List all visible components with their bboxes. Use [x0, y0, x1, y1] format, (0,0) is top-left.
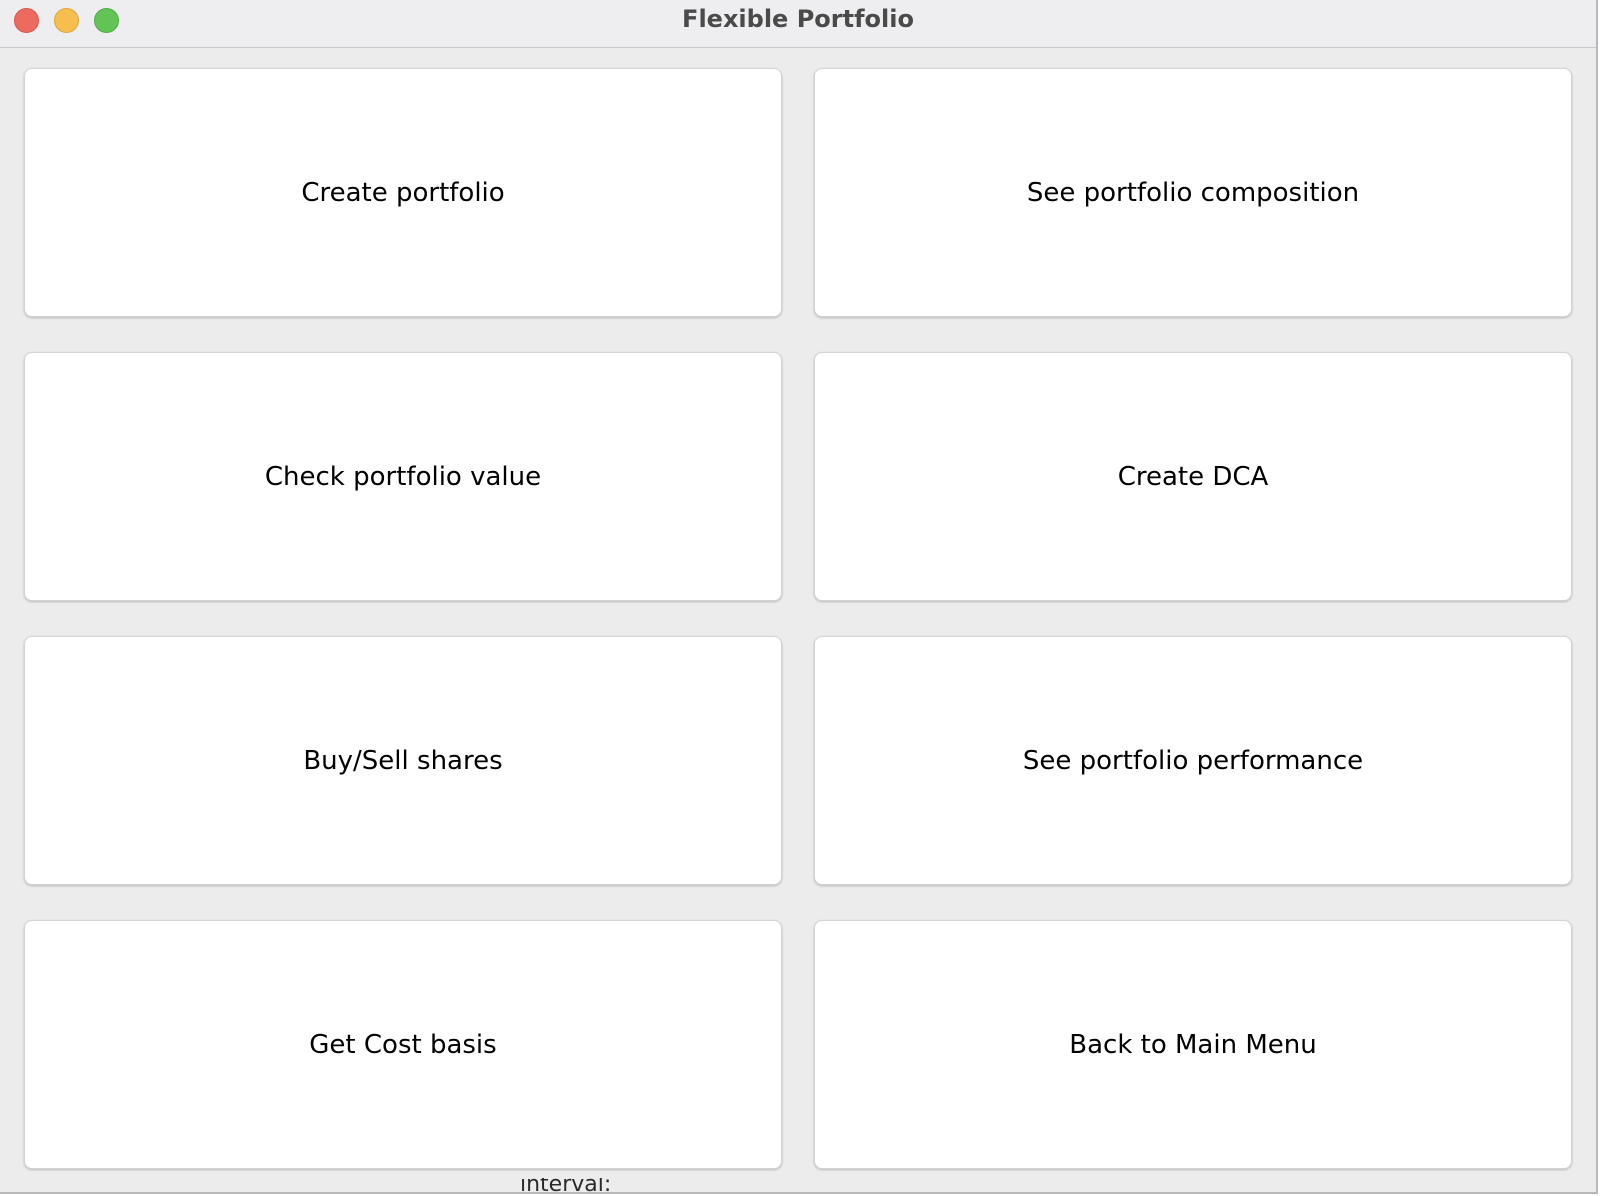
buy-sell-shares-button[interactable]: Buy/Sell shares [24, 636, 782, 885]
application-window: Flexible Portfolio Create portfolio See … [0, 0, 1598, 1194]
get-cost-basis-button[interactable]: Get Cost basis [24, 920, 782, 1169]
see-portfolio-performance-button[interactable]: See portfolio performance [814, 636, 1572, 885]
window-title: Flexible Portfolio [682, 5, 914, 33]
back-to-main-menu-button[interactable]: Back to Main Menu [814, 920, 1572, 1169]
check-portfolio-value-button[interactable]: Check portfolio value [24, 352, 782, 601]
see-portfolio-composition-button[interactable]: See portfolio composition [814, 68, 1572, 317]
background-window-fragment: interval: [520, 1178, 680, 1192]
title-bar[interactable]: Flexible Portfolio [0, 0, 1596, 48]
create-portfolio-button[interactable]: Create portfolio [24, 68, 782, 317]
background-window-text: interval: [520, 1178, 612, 1192]
menu-grid: Create portfolio See portfolio compositi… [0, 48, 1596, 1192]
create-dca-button[interactable]: Create DCA [814, 352, 1572, 601]
